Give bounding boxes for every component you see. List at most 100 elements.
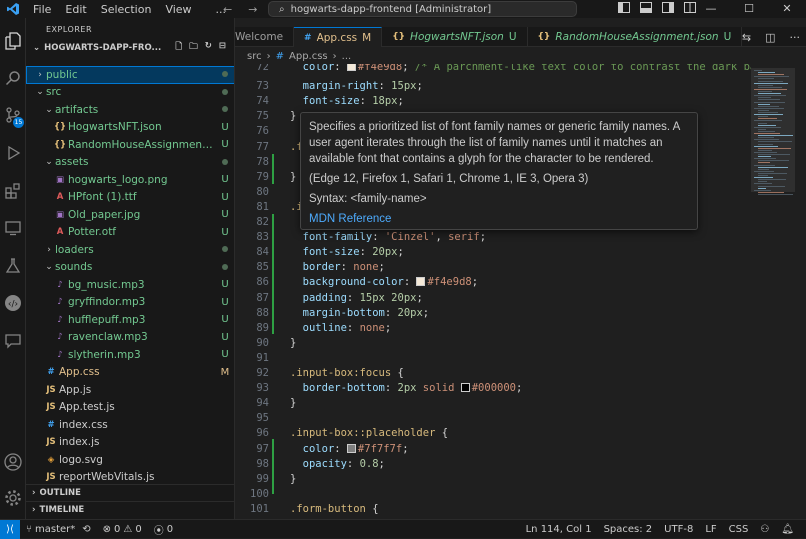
run-debug-icon[interactable] xyxy=(0,140,26,166)
branch-indicator[interactable]: ⑂ master* ⟲ xyxy=(20,524,97,535)
file-item[interactable]: ▣ Old_paper.jpg U xyxy=(26,206,234,224)
copilot-icon[interactable]: ⚇ xyxy=(754,524,775,535)
js-file-icon: JS xyxy=(46,402,56,413)
cursor-position[interactable]: Ln 114, Col 1 xyxy=(520,524,598,535)
back-arrow-icon[interactable]: ← xyxy=(223,3,232,16)
encoding[interactable]: UTF-8 xyxy=(658,524,699,535)
file-item[interactable]: ♪ hufflepuff.mp3 U xyxy=(26,311,234,329)
file-item[interactable]: {} RandomHouseAssignment.js... U xyxy=(26,136,234,154)
outline-section[interactable]: › OUTLINE xyxy=(26,484,234,501)
tab-app-css[interactable]: # App.css M xyxy=(294,27,383,47)
comments-icon[interactable] xyxy=(0,328,26,354)
problems-indicator[interactable]: ⊗ 0 ⚠ 0 xyxy=(97,524,148,535)
toggle-primary-sidebar-icon[interactable] xyxy=(618,2,630,16)
file-item[interactable]: ♪ slytherin.mp3 U xyxy=(26,346,234,364)
tab-hogwartsnft-json[interactable]: {} HogwartsNFT.json U xyxy=(382,27,528,47)
command-center-search[interactable]: ⌕ hogwarts-dapp-frontend [Administrator] xyxy=(268,1,577,17)
split-editor-icon[interactable]: ◫ xyxy=(765,31,775,44)
tree-label: index.js xyxy=(59,436,100,449)
tab-status-badge: U xyxy=(723,31,732,43)
menu-item-1[interactable]: Edit xyxy=(58,3,93,16)
tab-status-badge: U xyxy=(508,31,517,43)
file-item[interactable]: # App.css M xyxy=(26,364,234,382)
tree-label: App.css xyxy=(59,366,100,379)
indentation[interactable]: Spaces: 2 xyxy=(598,524,659,535)
search-view-icon[interactable] xyxy=(0,65,26,91)
project-header[interactable]: ⌄ HOGWARTS-DAPP-FRO... 🗋 🗀 ↻ ⊟ xyxy=(26,40,234,56)
more-actions-icon[interactable]: ··· xyxy=(790,31,801,44)
minimap-line xyxy=(758,156,771,158)
file-item[interactable]: ▣ hogwarts_logo.png U xyxy=(26,171,234,189)
source-control-icon[interactable]: 15 xyxy=(0,102,26,128)
file-item[interactable]: {} HogwartsNFT.json U xyxy=(26,119,234,137)
remote-indicator-icon[interactable]: ⟩⟨ xyxy=(0,519,20,539)
folder-item[interactable]: ⌄ sounds xyxy=(26,259,234,277)
file-item[interactable]: ◈ logo.svg xyxy=(26,451,234,469)
line-number: 89 xyxy=(256,321,269,334)
close-icon[interactable]: ✕ xyxy=(768,0,806,18)
code-line: font-family: 'Cinzel', serif; xyxy=(302,231,487,244)
file-item[interactable]: JS App.js xyxy=(26,381,234,399)
file-item[interactable]: ♪ gryffindor.mp3 U xyxy=(26,294,234,312)
ports-indicator[interactable]: ⦿ 0 xyxy=(148,522,179,537)
folder-item[interactable]: ⌄ artifacts xyxy=(26,101,234,119)
minimize-icon[interactable]: — xyxy=(692,0,730,18)
breadcrumb-item[interactable]: ... xyxy=(342,51,352,62)
notifications-bell-icon[interactable]: 🔔︎ xyxy=(775,524,800,535)
line-number: 90 xyxy=(256,336,269,349)
folder-item[interactable]: ⌄ src xyxy=(26,84,234,102)
testing-icon[interactable] xyxy=(0,253,26,279)
file-item[interactable]: ♪ bg_music.mp3 U xyxy=(26,276,234,294)
extensions-icon[interactable] xyxy=(0,178,26,204)
editor-tabs: Welcome # App.css M {} HogwartsNFT.json U {} Ran… xyxy=(235,27,806,47)
explorer-icon[interactable] xyxy=(0,28,26,54)
minimap[interactable] xyxy=(751,64,795,519)
warning-count: 0 xyxy=(135,523,142,535)
tab-welcome[interactable]: Welcome xyxy=(235,27,295,47)
timeline-section[interactable]: › TIMELINE xyxy=(26,501,234,518)
maximize-icon[interactable]: ☐ xyxy=(730,0,768,18)
folder-item[interactable]: › public xyxy=(26,66,234,84)
minimap-line xyxy=(754,101,785,103)
minimap-line xyxy=(758,168,769,170)
open-changes-icon[interactable]: ⇆ xyxy=(742,31,751,44)
audio-file-icon: ♪ xyxy=(57,332,63,343)
chat-icon[interactable]: ‹/› xyxy=(0,290,26,316)
new-file-icon[interactable]: 🗋 xyxy=(175,41,182,55)
vertical-scrollbar[interactable] xyxy=(795,64,806,519)
file-item[interactable]: A Potter.otf U xyxy=(26,224,234,242)
tab-randomhouseassignment-json[interactable]: {} RandomHouseAssignment.json U xyxy=(528,27,743,47)
remote-explorer-icon[interactable] xyxy=(0,215,26,241)
breadcrumb-item[interactable]: src xyxy=(247,51,262,62)
line-number: 95 xyxy=(256,412,269,425)
file-item[interactable]: A HPfont (1).ttf U xyxy=(26,189,234,207)
file-item[interactable]: JS index.js xyxy=(26,434,234,452)
tree-label: App.test.js xyxy=(59,401,115,414)
code-line: margin-bottom: 20px; xyxy=(302,306,430,319)
menu-item-0[interactable]: File xyxy=(26,3,58,16)
file-item[interactable]: JS App.test.js xyxy=(26,399,234,417)
accounts-icon[interactable] xyxy=(0,449,26,475)
menu-item-3[interactable]: View xyxy=(158,3,198,16)
minimap-line xyxy=(758,97,771,99)
mdn-reference-link[interactable]: MDN Reference xyxy=(309,213,391,225)
file-item[interactable]: # index.css xyxy=(26,416,234,434)
git-status-badge: U xyxy=(221,331,229,343)
tree-label: App.js xyxy=(59,383,92,396)
forward-arrow-icon[interactable]: → xyxy=(248,3,257,16)
breadcrumb-item[interactable]: App.css xyxy=(289,51,328,62)
folder-item[interactable]: ⌄ assets xyxy=(26,154,234,172)
toggle-secondary-sidebar-icon[interactable] xyxy=(662,2,674,16)
folder-item[interactable]: › loaders xyxy=(26,241,234,259)
collapse-all-icon[interactable]: ⊟ xyxy=(219,41,226,55)
end-of-line[interactable]: LF xyxy=(699,524,722,535)
settings-gear-icon[interactable] xyxy=(0,485,26,511)
error-count: 0 xyxy=(114,523,121,535)
toggle-panel-icon[interactable] xyxy=(640,2,652,16)
line-number: 87 xyxy=(256,291,269,304)
file-item[interactable]: ♪ ravenclaw.mp3 U xyxy=(26,329,234,347)
menu-item-2[interactable]: Selection xyxy=(94,3,159,16)
refresh-icon[interactable]: ↻ xyxy=(205,41,212,55)
language-mode[interactable]: CSS xyxy=(723,524,755,535)
new-folder-icon[interactable]: 🗀 xyxy=(189,41,198,55)
